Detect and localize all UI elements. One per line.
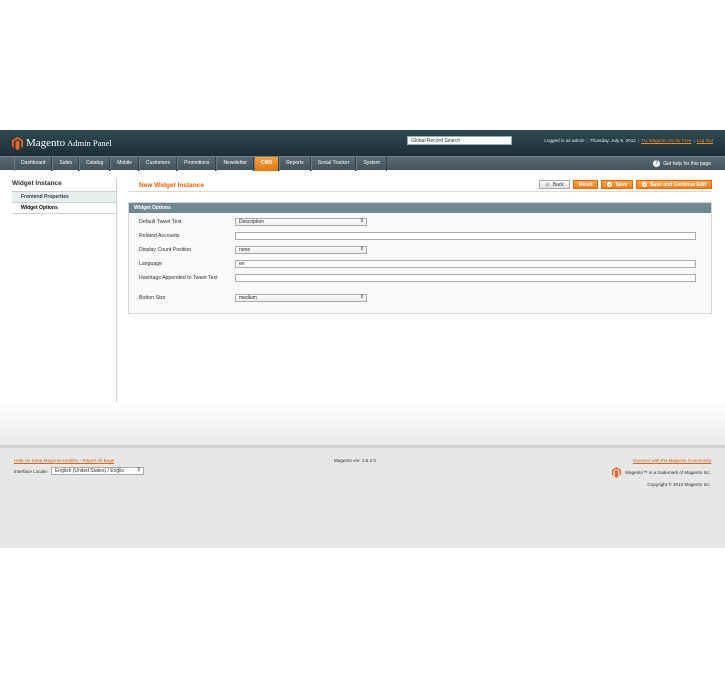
- save-label: Save: [615, 181, 628, 188]
- global-search-input[interactable]: Global Record Search: [407, 136, 512, 145]
- tab-frontend-properties[interactable]: Frontend Properties: [12, 192, 116, 203]
- locale-row: Interface Locale: English (United States…: [14, 467, 144, 475]
- save-continue-label: Save and Continue Edit: [650, 181, 706, 188]
- logo-subtitle: Admin Panel: [67, 138, 112, 148]
- back-arrow-icon: ‹: [544, 182, 550, 187]
- related-accounts-label: Related Accounts: [139, 233, 180, 239]
- nav-system[interactable]: System: [356, 157, 388, 171]
- count-position-label: Display Count Position: [139, 247, 192, 253]
- language-label: Language: [139, 261, 163, 267]
- select-arrows-icon: ⇕: [359, 218, 364, 224]
- button-size-label: Button Size: [139, 295, 166, 301]
- nav-dashboard[interactable]: Dashboard: [14, 157, 53, 171]
- help-label: Get help for this page: [663, 160, 711, 167]
- main-content: New Widget Instance ‹ Back Reset ✔ Save ✔ S…: [128, 178, 712, 314]
- header-links: Logged in as admin | Thursday, July 5, 201…: [544, 138, 713, 143]
- nav-customers[interactable]: Customers: [138, 157, 178, 171]
- back-label: Back: [552, 181, 564, 188]
- nav-sales[interactable]: Sales: [52, 157, 79, 171]
- save-check-icon: ✔: [607, 182, 613, 187]
- select-arrows-icon: ⇕: [136, 467, 141, 473]
- select-arrows-icon: ⇕: [359, 246, 364, 252]
- magento-footer-logo-icon: [612, 467, 622, 478]
- trademark-text: Magento™ is a trademark of Magento Inc.: [625, 470, 711, 475]
- fieldset-title: Widget Options: [129, 203, 711, 213]
- copyright-text: Copyright © 2012 Magento Inc.: [647, 482, 711, 487]
- header: Magento Admin Panel Global Record Search …: [0, 130, 725, 156]
- trademark-row: Magento™ is a trademark of Magento Inc.: [612, 467, 711, 478]
- button-size-value: medium: [239, 295, 257, 301]
- try-magento-link[interactable]: Try Magento Go for Free: [641, 138, 691, 143]
- save-continue-button[interactable]: ✔ Save and Continue Edit: [636, 180, 712, 189]
- footer-left: Help Us Keep Magento Healthy - Report Al…: [14, 458, 144, 475]
- button-size-select[interactable]: medium ⇕: [235, 294, 367, 302]
- widget-options-form: Default Tweet Text Description ⇕ Related …: [129, 213, 711, 313]
- version-text: Magento ver. 1.6.2.0: [334, 458, 376, 463]
- form-row-language: Language en: [139, 259, 701, 273]
- related-accounts-input[interactable]: [235, 232, 696, 240]
- form-row-hashtags: Hashtags Appended to Tweet Text: [139, 273, 701, 293]
- tab-widget-options[interactable]: Widget Options: [12, 203, 116, 214]
- nav-reports[interactable]: Reports: [279, 157, 311, 171]
- action-buttons: ‹ Back Reset ✔ Save ✔ Save and Continue Edi…: [538, 180, 712, 189]
- form-row-size: Button Size medium ⇕: [139, 293, 701, 307]
- hashtags-label: Hashtags Appended to Tweet Text: [139, 275, 218, 281]
- nav-mobile[interactable]: Mobile: [110, 157, 139, 171]
- magento-logo-icon: [12, 136, 23, 150]
- locale-select[interactable]: English (United States) / Englis ⇕: [50, 467, 144, 475]
- footer-right: Connect with the Magento Community Magen…: [612, 458, 711, 487]
- sidebar-title: Widget Instance: [12, 178, 116, 192]
- tweet-text-value: Description: [239, 219, 265, 225]
- locale-label: Interface Locale:: [14, 468, 48, 474]
- logo-text: Magento Admin Panel: [26, 137, 112, 149]
- help-icon: ?: [653, 160, 661, 167]
- logout-link[interactable]: Log Out: [697, 138, 713, 143]
- count-position-value: none: [239, 247, 251, 253]
- sidebar: Widget Instance Frontend Properties Widg…: [12, 178, 116, 214]
- logo[interactable]: Magento Admin Panel: [12, 136, 112, 150]
- nav-social-tracker[interactable]: Social Tracker: [310, 157, 357, 171]
- main-nav: Dashboard Sales Catalog Mobile Customers…: [0, 156, 725, 171]
- page-title: New Widget Instance: [139, 182, 204, 189]
- form-row-tweet-text: Default Tweet Text Description ⇕: [139, 217, 701, 231]
- date-text: Thursday, July 5, 2012: [589, 138, 636, 143]
- content-header: New Widget Instance ‹ Back Reset ✔ Save ✔ S…: [128, 178, 712, 192]
- count-position-select[interactable]: none ⇕: [235, 246, 367, 254]
- logo-brand: Magento: [26, 137, 66, 149]
- report-bugs-link[interactable]: Help Us Keep Magento Healthy - Report Al…: [14, 458, 144, 463]
- save-continue-check-icon: ✔: [642, 182, 648, 187]
- select-arrows-icon: ⇕: [359, 294, 364, 300]
- form-row-count: Display Count Position none ⇕: [139, 245, 701, 259]
- nav-cms[interactable]: CMS: [254, 157, 280, 171]
- form-row-related: Related Accounts: [139, 231, 701, 245]
- locale-value: English (United States) / Englis: [54, 468, 124, 474]
- logged-in-text: Logged in as admin: [544, 138, 585, 143]
- language-input[interactable]: en: [235, 260, 696, 268]
- page-bottom-gradient: [0, 402, 725, 445]
- tweet-text-select[interactable]: Description ⇕: [235, 218, 367, 226]
- community-link[interactable]: Connect with the Magento Community: [612, 458, 711, 463]
- footer: Help Us Keep Magento Healthy - Report Al…: [0, 445, 725, 548]
- reset-button[interactable]: Reset: [572, 180, 599, 189]
- admin-page: Magento Admin Panel Global Record Search …: [0, 130, 725, 548]
- sidebar-divider: [116, 178, 117, 404]
- save-button[interactable]: ✔ Save: [601, 180, 634, 189]
- nav-newsletter[interactable]: Newsletter: [216, 157, 255, 171]
- tweet-text-label: Default Tweet Text: [139, 219, 182, 225]
- reset-label: Reset: [578, 181, 593, 188]
- hashtags-input[interactable]: [235, 274, 696, 282]
- help-link[interactable]: ? Get help for this page: [653, 160, 711, 167]
- widget-options-fieldset: Widget Options Default Tweet Text Descri…: [128, 202, 712, 314]
- back-button[interactable]: ‹ Back: [538, 180, 570, 189]
- nav-catalog[interactable]: Catalog: [78, 157, 111, 171]
- nav-promotions[interactable]: Promotions: [177, 157, 217, 171]
- widget-icon: [128, 181, 136, 189]
